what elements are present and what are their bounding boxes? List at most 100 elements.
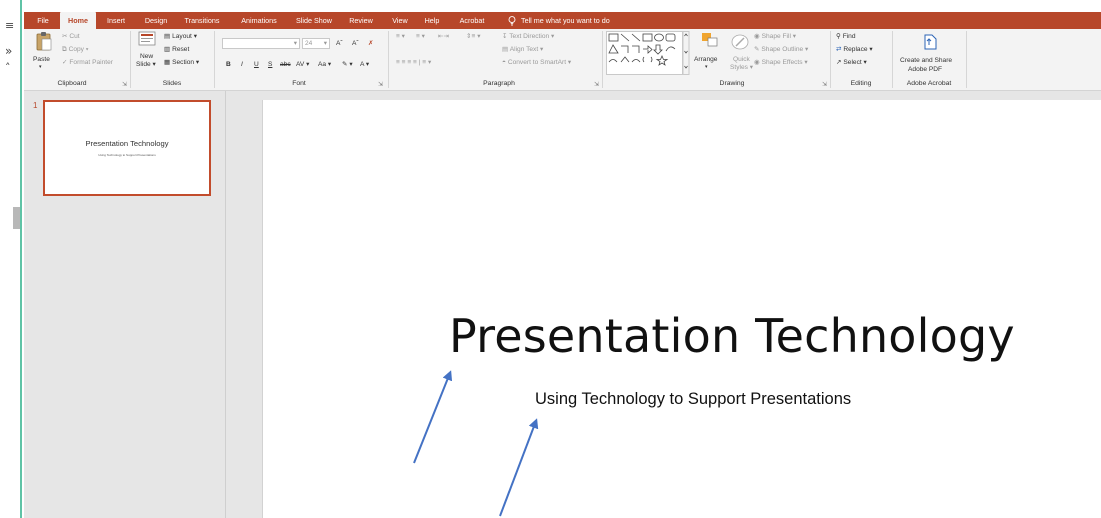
scissors-icon: ✂ — [62, 33, 68, 40]
tab-acrobat[interactable]: Acrobat — [454, 12, 490, 29]
pdf-share-icon — [924, 34, 937, 50]
copy-icon: ⧉ — [62, 46, 67, 53]
slide-subtitle[interactable]: Using Technology to Support Presentation… — [535, 390, 851, 409]
tab-help[interactable]: Help — [420, 12, 444, 29]
menu-icon[interactable]: ≡ — [5, 20, 14, 32]
text-direction-icon: ↧ — [502, 33, 508, 40]
change-case-button[interactable]: Aa ▾ — [318, 60, 331, 69]
numbering-icon[interactable]: ≡ ▾ — [416, 32, 425, 41]
tab-review[interactable]: Review — [346, 12, 376, 29]
effects-icon: ◉ — [754, 59, 760, 66]
search-icon: ⚲ — [836, 33, 841, 40]
align-icon[interactable]: ≡ ≡ ≡ ≡ | ≡ ▾ — [396, 58, 431, 67]
format-painter-button[interactable]: ✓ Format Painter — [62, 58, 113, 67]
expand-icon[interactable]: » — [5, 45, 12, 57]
layout-icon: ▤ — [164, 33, 171, 40]
paint-bucket-icon: ◉ — [754, 33, 760, 40]
group-divider — [830, 31, 831, 88]
strikethrough-button[interactable]: abc — [280, 60, 291, 69]
group-divider — [892, 31, 893, 88]
tab-design[interactable]: Design — [141, 12, 171, 29]
group-label-clipboard: Clipboard — [57, 80, 87, 87]
select-button[interactable]: ↗ Select ▾ — [836, 58, 867, 67]
arrange-icon — [702, 33, 718, 47]
highlight-icon[interactable]: ✎ ▾ — [342, 60, 353, 69]
ribbon-home: Paste ▾ ✂ Cut ⧉ Copy ▾ ✓ Format Painter … — [24, 29, 1101, 91]
tab-transitions[interactable]: Transitions — [180, 12, 224, 29]
decrease-font-icon[interactable]: Aˇ — [352, 39, 359, 48]
pen-icon: ✎ — [754, 46, 760, 53]
tab-view[interactable]: View — [388, 12, 412, 29]
smartart-icon: ◓ — [502, 59, 506, 66]
brush-icon: ✓ — [62, 59, 68, 66]
chevron-down-icon: ▾ — [39, 64, 42, 70]
shadow-button[interactable]: S — [268, 60, 272, 69]
reset-button[interactable]: ▥ Reset — [164, 45, 189, 54]
reset-icon: ▥ — [164, 46, 171, 53]
dialog-launcher-icon[interactable]: ⇲ — [122, 81, 127, 88]
slide-title[interactable]: Presentation Technology — [449, 309, 1015, 363]
line-spacing-icon[interactable]: ⇕≡ ▾ — [466, 32, 481, 41]
tell-me-search[interactable]: Tell me what you want to do — [508, 12, 610, 29]
chevron-down-icon: ▾ — [293, 40, 297, 47]
tab-file[interactable]: File — [32, 12, 54, 29]
lightbulb-icon — [508, 16, 516, 26]
tab-home[interactable]: Home — [60, 12, 96, 29]
scrollbar-thumb[interactable] — [13, 207, 20, 229]
quick-styles-icon — [731, 34, 749, 50]
group-label-acrobat: Adobe Acrobat — [906, 80, 952, 87]
find-button[interactable]: ⚲ Find — [836, 32, 856, 41]
dialog-launcher-icon[interactable]: ⇲ — [594, 81, 599, 88]
font-color-button[interactable]: A ▾ — [360, 60, 369, 69]
group-divider — [602, 31, 603, 88]
bullets-icon[interactable]: ≡ ▾ — [396, 32, 405, 41]
tab-slide-show[interactable]: Slide Show — [293, 12, 335, 29]
powerpoint-window: ≡ » ˄ File Home Insert Design Transition… — [0, 0, 1101, 518]
italic-button[interactable]: I — [241, 60, 243, 69]
convert-smartart-button[interactable]: ◓ Convert to SmartArt ▾ — [502, 58, 571, 67]
group-divider — [966, 31, 967, 88]
paste-icon — [36, 32, 52, 51]
shapes-gallery-icon[interactable] — [606, 31, 690, 75]
thumbnail-subtitle: Using Technology to Support Presentation… — [98, 153, 156, 157]
collapse-icon[interactable]: ˄ — [5, 62, 11, 74]
dialog-launcher-icon[interactable]: ⇲ — [822, 81, 827, 88]
indent-icon[interactable]: ⇤⇥ — [438, 32, 449, 41]
group-label-paragraph: Paragraph — [483, 80, 515, 87]
chevron-down-icon: ▾ — [705, 64, 708, 70]
shape-outline-button[interactable]: ✎ Shape Outline ▾ — [754, 45, 808, 54]
replace-button[interactable]: ⇄ Replace ▾ — [836, 45, 873, 54]
slide-canvas[interactable]: Presentation Technology Using Technology… — [262, 100, 1101, 518]
font-size-combo[interactable]: 24 ▾ — [302, 38, 330, 49]
clear-formatting-icon[interactable]: ✗ — [368, 39, 374, 48]
group-label-editing: Editing — [850, 80, 872, 87]
slide-thumbnail[interactable]: Presentation Technology Using Technology… — [43, 100, 211, 196]
slide-number: 1 — [33, 101, 38, 110]
new-slide-icon — [138, 31, 156, 46]
tab-animations[interactable]: Animations — [236, 12, 282, 29]
copy-button[interactable]: ⧉ Copy ▾ — [62, 45, 89, 54]
font-name-combo[interactable]: ▾ — [222, 38, 300, 49]
cursor-icon: ↗ — [836, 59, 842, 66]
text-direction-button[interactable]: ↧ Text Direction ▾ — [502, 32, 554, 41]
group-divider — [388, 31, 389, 88]
group-divider — [214, 31, 215, 88]
cut-button[interactable]: ✂ Cut — [62, 32, 80, 41]
section-button[interactable]: ▦ Section ▾ — [164, 58, 199, 67]
section-icon: ▦ — [164, 59, 171, 66]
group-label-drawing: Drawing — [719, 80, 745, 87]
underline-button[interactable]: U — [254, 60, 259, 69]
left-strip: ≡ » ˄ — [0, 0, 22, 518]
replace-icon: ⇄ — [836, 46, 842, 53]
dialog-launcher-icon[interactable]: ⇲ — [378, 81, 383, 88]
shape-effects-button[interactable]: ◉ Shape Effects ▾ — [754, 58, 808, 67]
align-text-button[interactable]: ▤ Align Text ▾ — [502, 45, 543, 54]
layout-button[interactable]: ▤ Layout ▾ — [164, 32, 197, 41]
increase-font-icon[interactable]: Aˆ — [336, 39, 343, 48]
shape-fill-button[interactable]: ◉ Shape Fill ▾ — [754, 32, 796, 41]
bold-button[interactable]: B — [226, 60, 231, 69]
group-label-slides: Slides — [162, 80, 182, 87]
character-spacing-button[interactable]: AV ▾ — [296, 60, 309, 69]
group-label-font: Font — [292, 80, 306, 87]
tab-insert[interactable]: Insert — [102, 12, 130, 29]
